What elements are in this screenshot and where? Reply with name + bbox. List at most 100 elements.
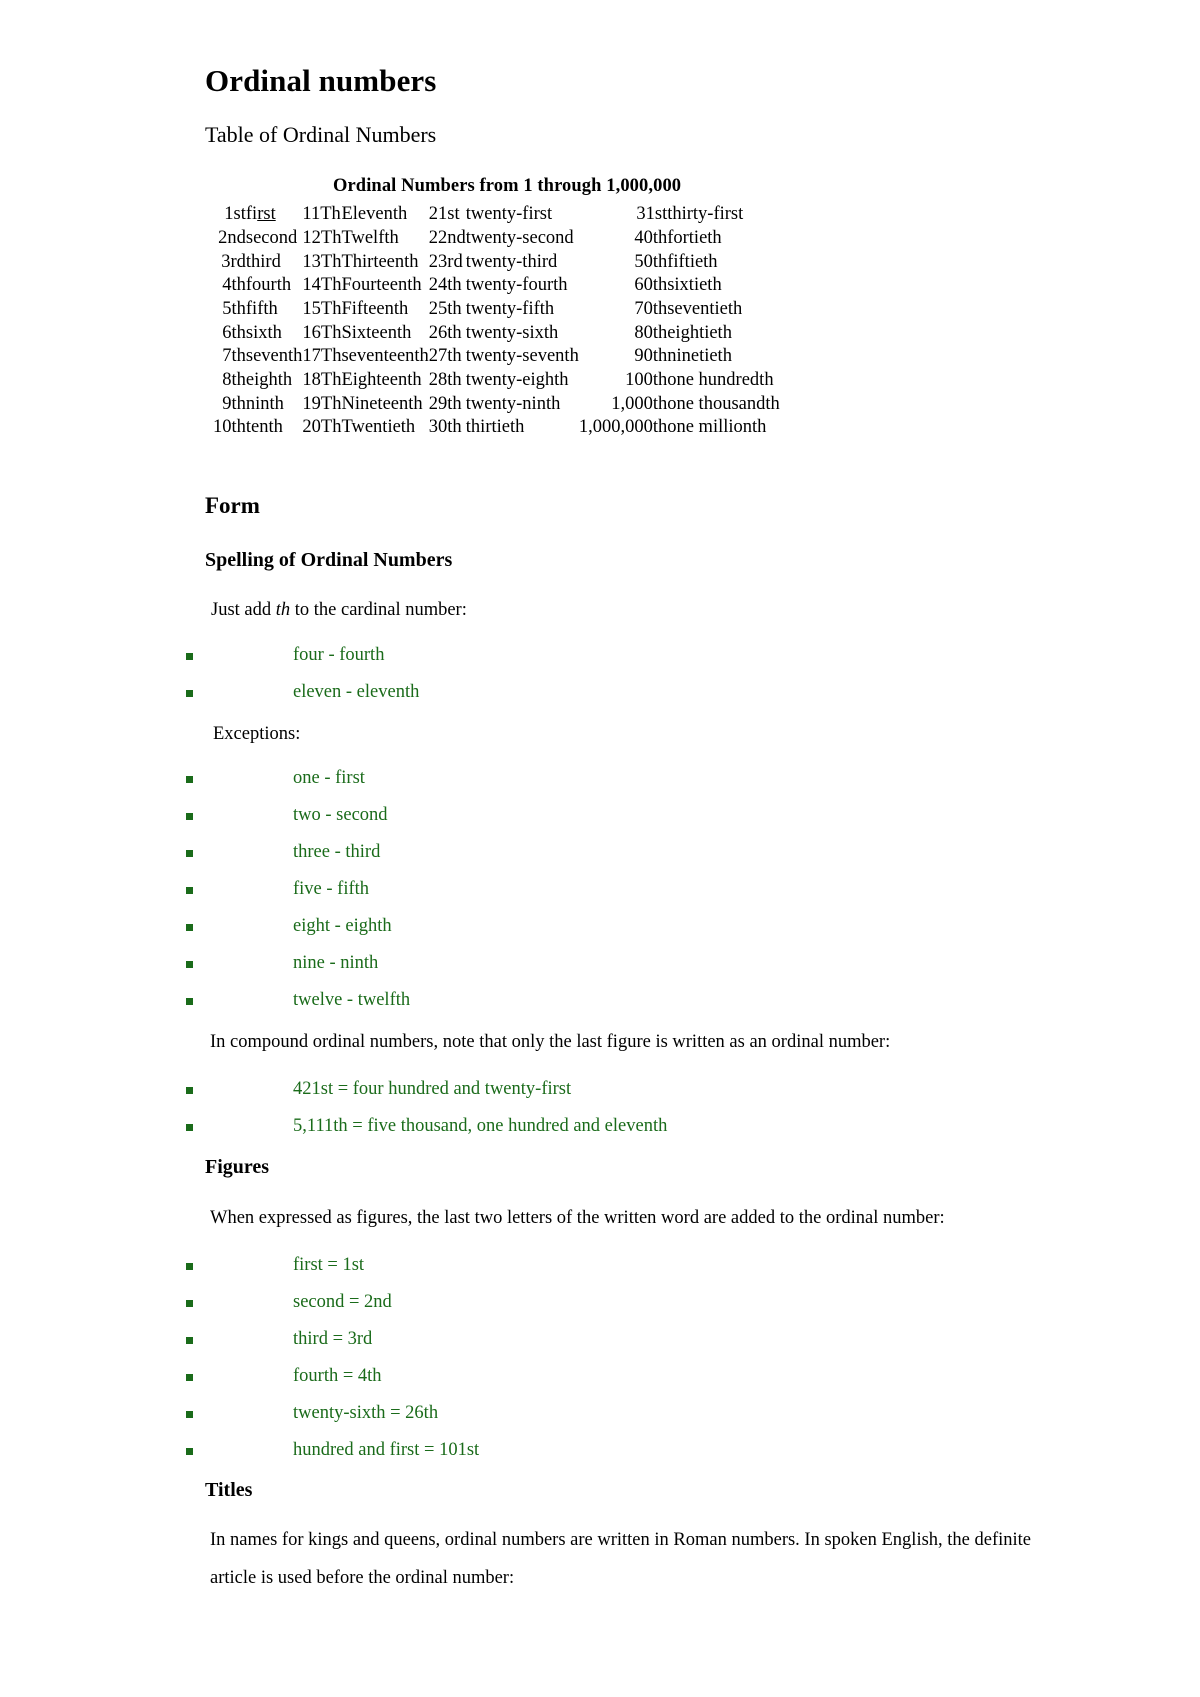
subheading-spelling: Spelling of Ordinal Numbers bbox=[205, 548, 453, 571]
table-cell: 60th bbox=[634, 275, 668, 296]
table-cell: 25th bbox=[428, 298, 462, 319]
table-cell: 80th bbox=[634, 322, 668, 343]
table-cell: 30th bbox=[428, 417, 462, 438]
table-cell: twenty-first bbox=[465, 204, 553, 225]
bullet-square-icon bbox=[186, 1336, 193, 1344]
table-row: 5th fifth 15Th Fifteenth 25th twenty-fifth 70t… bbox=[213, 298, 780, 322]
table-cell: 20Th bbox=[302, 417, 342, 438]
table-cell: seventh bbox=[245, 346, 303, 367]
table-cell: 21st bbox=[428, 204, 460, 225]
list-item: four - fourth bbox=[186, 646, 1075, 665]
list-item-label: eleven - eleventh bbox=[293, 682, 420, 703]
table-row: 4th fourth 14Th Fourteenth 24th twenty-fourth… bbox=[213, 274, 780, 298]
table-cell: 17Th bbox=[302, 346, 342, 367]
bullet-square-icon bbox=[186, 1373, 193, 1381]
table-cell: Twentieth bbox=[341, 417, 416, 438]
table-cell: fourth bbox=[245, 275, 292, 296]
bullet-square-icon bbox=[186, 1410, 193, 1418]
list-item: first = 1st bbox=[186, 1254, 1075, 1275]
list-item: eleven - eleventh bbox=[186, 682, 1075, 703]
list-item-label: hundred and first = 101st bbox=[293, 1439, 480, 1460]
table-cell: sixtieth bbox=[667, 275, 722, 296]
subheading-figures: Figures bbox=[205, 1156, 270, 1179]
list-item: eight - eighth bbox=[186, 916, 1075, 937]
table-cell: 3rd bbox=[221, 251, 246, 272]
bullet-square-icon bbox=[186, 653, 193, 661]
list-item-label: two - second bbox=[293, 805, 388, 826]
list-item: twelve - twelfth bbox=[186, 991, 1075, 1010]
table-cell: 18Th bbox=[302, 370, 342, 391]
spelling-intro-paragraph: Just add th to the cardinal number: bbox=[205, 596, 1075, 625]
table-row: 1st first 11Th Eleventh 21st twenty-first 31st… bbox=[213, 203, 780, 227]
intro-italic-th: th bbox=[275, 599, 291, 620]
table-cell: 4th bbox=[222, 275, 246, 296]
table-cell: 7th bbox=[222, 346, 246, 367]
table-cell: Nineteenth bbox=[341, 393, 423, 414]
table-cell: 13Th bbox=[302, 251, 342, 272]
compound-examples-list: 421st = four hundred and twenty-first 5,1… bbox=[186, 1078, 1075, 1136]
exceptions-label: Exceptions: bbox=[213, 724, 301, 745]
table-row: 9th ninth 19Th Nineteenth 29th twenty-ninth 1,… bbox=[213, 393, 780, 417]
document-content: Ordinal numbers Table of Ordinal Numbers… bbox=[186, 62, 1075, 1598]
section-heading-form: Form bbox=[205, 493, 260, 519]
table-cell: sixth bbox=[245, 322, 282, 343]
table-cell: 15Th bbox=[302, 298, 342, 319]
table-cell: ninetieth bbox=[667, 346, 732, 367]
table-row: 2nd second 12Th Twelfth 22nd twenty-second 40t… bbox=[213, 227, 780, 251]
list-item: five - fifth bbox=[186, 880, 1075, 899]
bullet-square-icon bbox=[186, 1447, 193, 1455]
table-cell: 28th bbox=[428, 370, 462, 391]
table-cell: 100th bbox=[625, 370, 668, 391]
table-cell: one hundredth bbox=[667, 370, 774, 391]
table-cell: first bbox=[245, 204, 276, 225]
table-cell: Eleventh bbox=[341, 204, 408, 225]
table-cell: seventeenth bbox=[341, 346, 429, 367]
table-cell: Sixteenth bbox=[341, 322, 412, 343]
document-page: Ordinal numbers Table of Ordinal Numbers… bbox=[0, 0, 1200, 1697]
list-item-label: 5,111th = five thousand, one hundred and… bbox=[293, 1115, 668, 1136]
bullet-square-icon bbox=[186, 813, 193, 821]
table-cell: fiftieth bbox=[667, 251, 718, 272]
table-cell: one millionth bbox=[667, 417, 767, 438]
table-cell: 1st bbox=[224, 204, 246, 225]
list-item-label: second = 2nd bbox=[293, 1291, 392, 1312]
table-cell: one thousandth bbox=[667, 393, 780, 414]
list-item-label: 421st = four hundred and twenty-first bbox=[293, 1078, 572, 1099]
document-subtitle: Table of Ordinal Numbers bbox=[205, 121, 437, 147]
table-cell: 6th bbox=[222, 322, 246, 343]
table-cell: 10th bbox=[213, 417, 246, 438]
list-item: 421st = four hundred and twenty-first bbox=[186, 1078, 1075, 1099]
bullet-square-icon bbox=[186, 887, 193, 895]
table-cell: Thirteenth bbox=[341, 251, 419, 272]
table-cell: twenty-fifth bbox=[465, 298, 555, 319]
figures-intro-paragraph: When expressed as figures, the last two … bbox=[210, 1208, 945, 1229]
table-cell: thirty-first bbox=[667, 204, 744, 225]
underlined-text: rst bbox=[257, 204, 276, 225]
bullet-square-icon bbox=[186, 924, 193, 932]
table-cell: 2nd bbox=[218, 227, 246, 248]
list-item: second = 2nd bbox=[186, 1291, 1075, 1312]
bullet-square-icon bbox=[186, 998, 193, 1006]
list-item-label: one - first bbox=[293, 768, 365, 789]
table-cell: 16Th bbox=[302, 322, 342, 343]
list-item-label: first = 1st bbox=[293, 1254, 365, 1275]
table-cell: 24th bbox=[428, 275, 462, 296]
intro-text-before: Just add bbox=[211, 599, 276, 620]
table-cell: twenty-seventh bbox=[465, 346, 579, 367]
add-th-examples-list: four - fourth eleven - eleventh bbox=[186, 646, 1075, 703]
subheading-titles: Titles bbox=[205, 1478, 253, 1501]
table-cell: 14Th bbox=[302, 275, 342, 296]
list-item: nine - ninth bbox=[186, 953, 1075, 974]
bullet-square-icon bbox=[186, 690, 193, 698]
table-cell: 12Th bbox=[302, 227, 342, 248]
ordinal-numbers-table: 1st first 11Th Eleventh 21st twenty-first 31st… bbox=[213, 203, 780, 440]
table-cell: second bbox=[245, 227, 298, 248]
list-item-label: eight - eighth bbox=[293, 916, 392, 937]
list-item-label: nine - ninth bbox=[293, 953, 379, 974]
table-cell: 5th bbox=[222, 298, 246, 319]
list-item: two - second bbox=[186, 805, 1075, 826]
table-cell: third bbox=[245, 251, 281, 272]
table-cell: eightieth bbox=[667, 322, 732, 343]
table-cell: twenty-fourth bbox=[465, 275, 568, 296]
